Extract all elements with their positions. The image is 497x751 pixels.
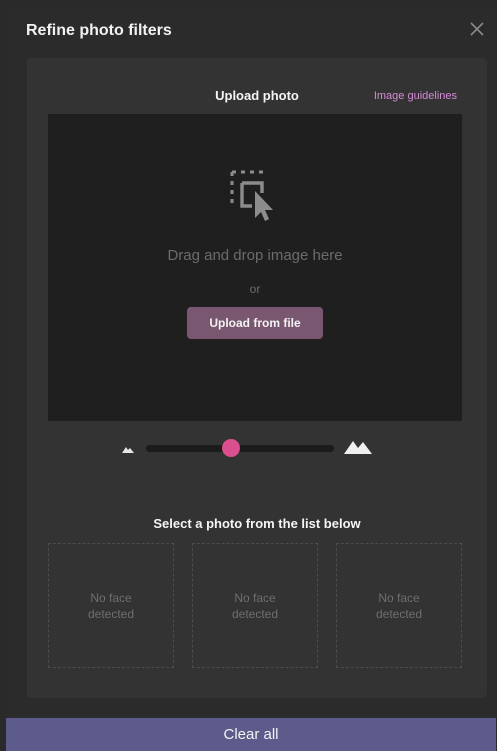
face-slot-label: No face detected: [231, 590, 279, 621]
mountain-large-icon: [344, 441, 372, 454]
close-icon: [470, 22, 484, 36]
face-slot[interactable]: No face detected: [48, 543, 174, 668]
drag-drop-icon: [230, 170, 273, 221]
dialog-header: Refine photo filters: [6, 6, 496, 58]
or-separator: or: [249, 282, 261, 296]
zoom-control: [122, 436, 372, 460]
face-slot-label: No face detected: [375, 590, 423, 621]
face-slot-label: No face detected: [87, 590, 135, 621]
dialog-title: Refine photo filters: [26, 22, 172, 39]
upload-card: Upload photo Image guidelines Drag and d…: [27, 58, 487, 698]
face-list-title: Select a photo from the list below: [153, 516, 361, 531]
upload-from-file-button[interactable]: Upload from file: [187, 307, 323, 339]
mountain-small-icon: [122, 447, 134, 453]
face-list: No face detected No face detected No fac…: [48, 543, 464, 671]
refine-photo-dialog: Refine photo filters Upload photo Image …: [6, 6, 496, 751]
clear-all-button[interactable]: Clear all: [6, 718, 496, 751]
dropzone-text: Drag and drop image here: [167, 247, 343, 264]
face-slot[interactable]: No face detected: [192, 543, 318, 668]
zoom-slider[interactable]: [146, 439, 334, 457]
zoom-slider-thumb[interactable]: [221, 439, 240, 457]
image-guidelines-link[interactable]: Image guidelines: [374, 90, 457, 102]
image-dropzone[interactable]: Drag and drop image here or Upload from …: [48, 114, 462, 421]
face-slot[interactable]: No face detected: [336, 543, 462, 668]
close-button[interactable]: [466, 18, 488, 40]
